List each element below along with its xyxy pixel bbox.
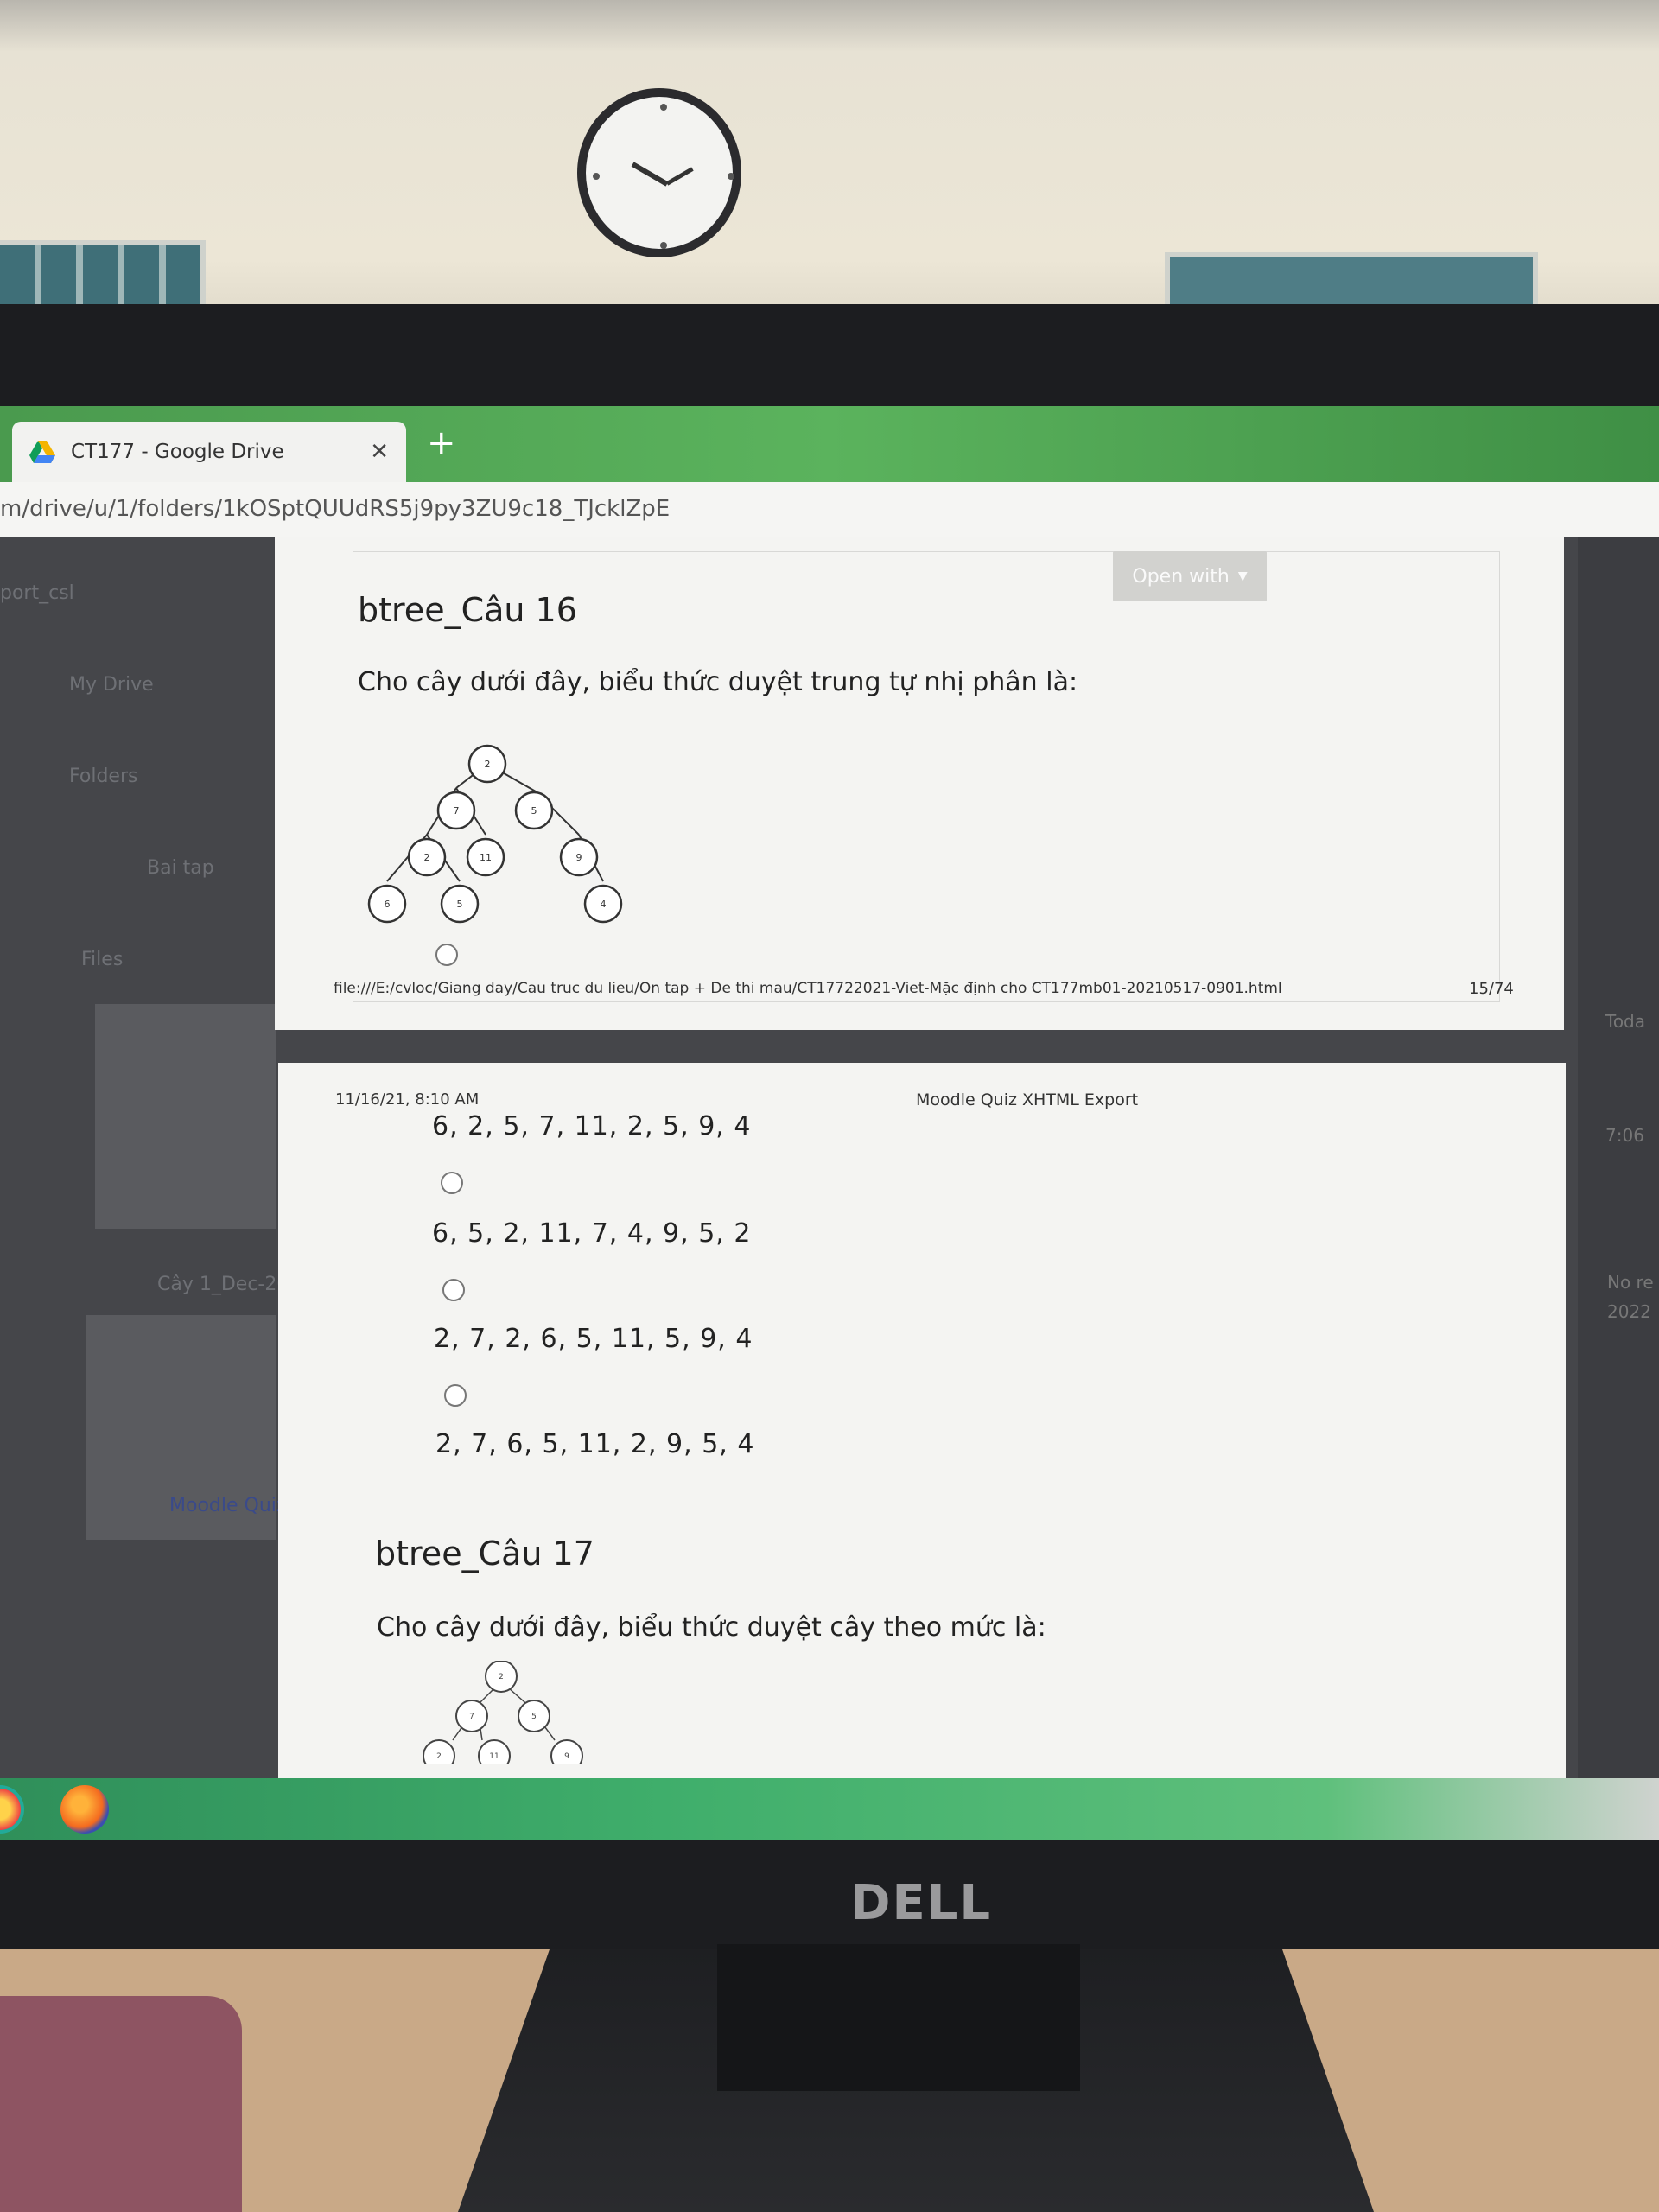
answer-radio[interactable] [444, 1384, 467, 1407]
wall-clock [577, 88, 741, 257]
details-text: Toda [1605, 1011, 1646, 1032]
page-header-date: 11/16/21, 8:10 AM [335, 1090, 480, 1109]
address-bar[interactable]: m/drive/u/1/folders/1kOSptQUUdRS5j9py3ZU… [0, 482, 1659, 538]
answer-radio[interactable] [435, 944, 458, 966]
tree-node-label: 5 [457, 899, 463, 910]
footer-file-path: file:///E:/cvloc/Giang day/Cau truc du l… [334, 980, 1282, 997]
binary-tree-diagram: 2 7 5 2 11 9 [423, 1661, 583, 1764]
tree-node-label: 5 [531, 805, 537, 817]
tree-node-label: 2 [424, 852, 430, 863]
question-text: Cho cây dưới đây, biểu thức duyệt trung … [358, 667, 1078, 697]
drive-details-panel: Toda 7:06 No re 2022 [1578, 537, 1659, 1840]
firefox-icon[interactable] [60, 1785, 109, 1834]
tree-node-label: 11 [489, 1752, 499, 1761]
new-tab-button[interactable]: + [427, 423, 456, 463]
tree-node-label: 5 [531, 1713, 537, 1721]
clock-tick [593, 173, 600, 180]
sidebar-item: Folders [69, 766, 138, 787]
tree-node-label: 2 [485, 759, 491, 770]
close-icon[interactable]: ✕ [370, 439, 389, 465]
question-text: Cho cây dưới đây, biểu thức duyệt cây th… [377, 1612, 1046, 1643]
dell-logo: DELL [850, 1875, 993, 1931]
footer-page-number: 15/74 [1469, 980, 1514, 998]
file-thumbnail[interactable] [95, 1004, 276, 1229]
tree-node-label: 7 [469, 1713, 474, 1721]
tree-node-label: 9 [576, 852, 582, 863]
monitor-neck [717, 1944, 1080, 2091]
open-with-button[interactable]: Open with ▼ [1113, 551, 1267, 601]
chevron-down-icon: ▼ [1237, 569, 1248, 583]
answer-option: 2, 7, 2, 6, 5, 11, 5, 9, 4 [434, 1324, 753, 1354]
question-title: btree_Câu 16 [358, 591, 577, 629]
document-page: Open with ▼ btree_Câu 16 Cho cây dưới đâ… [275, 537, 1564, 1030]
sidebar-folder[interactable]: Bai tap [147, 857, 214, 879]
question-title: btree_Câu 17 [375, 1535, 594, 1573]
google-drive-icon [29, 441, 55, 463]
open-with-label: Open with [1132, 565, 1230, 588]
sidebar-item[interactable]: My Drive [69, 674, 154, 696]
url-text[interactable]: m/drive/u/1/folders/1kOSptQUUdRS5j9py3ZU… [0, 496, 670, 522]
sidebar-item: Files [81, 949, 124, 970]
details-text: 7:06 [1605, 1125, 1644, 1146]
desk-cloth [0, 1996, 242, 2212]
document-page: 11/16/21, 8:10 AM Moodle Quiz XHTML Expo… [278, 1063, 1566, 1840]
drive-sidebar: port_csl My Drive Folders Bai tap Files … [0, 537, 289, 1840]
answer-option: 6, 2, 5, 7, 11, 2, 5, 9, 4 [432, 1111, 752, 1141]
clock-tick [660, 104, 667, 111]
clock-minute-hand [665, 167, 694, 186]
details-text: No re [1607, 1272, 1654, 1293]
tree-node-label: 4 [601, 899, 607, 910]
chrome-icon[interactable] [0, 1785, 24, 1834]
taskbar [0, 1778, 1659, 1840]
file-name[interactable]: Cây 1_Dec-20 [157, 1274, 289, 1295]
details-text: 2022 [1607, 1301, 1651, 1322]
tree-node-label: 6 [385, 899, 391, 910]
clock-tick [660, 242, 667, 249]
monitor-screen: CT177 - Google Drive ✕ + m/drive/u/1/fol… [0, 406, 1659, 1840]
tree-node-label: 9 [564, 1752, 569, 1761]
answer-option: 2, 7, 6, 5, 11, 2, 9, 5, 4 [435, 1429, 755, 1459]
binary-tree-diagram: 2 7 5 2 11 9 6 5 4 [367, 744, 623, 924]
answer-option: 6, 5, 2, 11, 7, 4, 9, 5, 2 [432, 1218, 752, 1249]
page-header-title: Moodle Quiz XHTML Export [916, 1090, 1139, 1109]
tab-title: CT177 - Google Drive [71, 441, 284, 463]
browser-tab-bar: CT177 - Google Drive ✕ + [0, 406, 1659, 482]
answer-radio[interactable] [442, 1279, 465, 1301]
browser-tab[interactable]: CT177 - Google Drive ✕ [12, 422, 406, 482]
tree-node-label: 7 [454, 805, 460, 817]
answer-radio[interactable] [441, 1172, 463, 1194]
tree-node-label: 2 [499, 1673, 504, 1681]
clock-hour-hand [631, 162, 669, 187]
file-name[interactable]: Moodle Quiz [169, 1495, 286, 1516]
tree-node-label: 11 [480, 852, 492, 863]
tree-node-label: 2 [436, 1752, 442, 1761]
sidebar-item[interactable]: port_csl [0, 582, 74, 604]
clock-tick [728, 173, 734, 180]
